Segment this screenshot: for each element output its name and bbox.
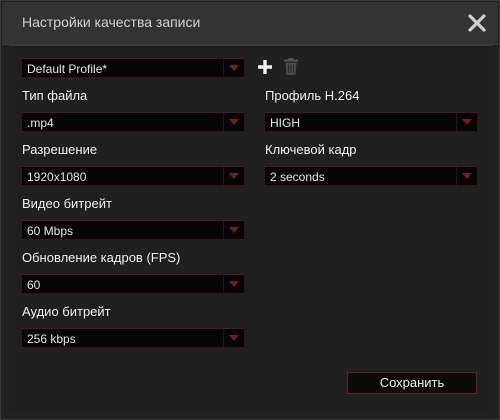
keyframe-select-arrow[interactable] xyxy=(456,167,477,185)
save-button[interactable]: Сохранить xyxy=(347,372,477,394)
audio-bitrate-select-arrow[interactable] xyxy=(223,329,244,347)
profile-select-arrow[interactable] xyxy=(223,59,244,77)
chevron-down-icon xyxy=(229,281,239,287)
video-bitrate-select-arrow[interactable] xyxy=(223,221,244,239)
delete-profile-button[interactable] xyxy=(284,58,298,75)
video-bitrate-select-value: 60 Mbps xyxy=(27,224,74,238)
chevron-down-icon xyxy=(229,119,239,125)
chevron-down-icon xyxy=(462,119,472,125)
keyframe-label: Ключевой кадр xyxy=(265,142,357,157)
chevron-down-icon xyxy=(229,173,239,179)
recording-quality-dialog: Настройки качества записи Default Profil… xyxy=(0,0,500,420)
plus-icon xyxy=(258,60,272,74)
h264-profile-select-value: HIGH xyxy=(270,116,300,130)
profile-select[interactable]: Default Profile* xyxy=(21,58,245,78)
audio-bitrate-select[interactable]: 256 kbps xyxy=(21,328,245,348)
profile-select-value: Default Profile* xyxy=(27,62,108,76)
trash-icon xyxy=(284,58,298,75)
resolution-select[interactable]: 1920x1080 xyxy=(21,166,245,186)
close-button[interactable] xyxy=(466,12,488,34)
file-type-select[interactable]: .mp4 xyxy=(21,112,245,132)
fps-select[interactable]: 60 xyxy=(21,274,245,294)
chevron-down-icon xyxy=(229,335,239,341)
dialog-content: Default Profile* Тип файла .mp4 Разрешен… xyxy=(9,45,493,414)
keyframe-select-value: 2 seconds xyxy=(270,170,325,184)
fps-select-value: 60 xyxy=(27,278,41,292)
file-type-label: Тип файла xyxy=(22,88,88,103)
add-profile-button[interactable] xyxy=(257,59,273,75)
chevron-down-icon xyxy=(229,65,239,71)
video-bitrate-label: Видео битрейт xyxy=(22,196,112,211)
h264-profile-select-arrow[interactable] xyxy=(456,113,477,131)
fps-label: Обновление кадров (FPS) xyxy=(22,250,181,265)
audio-bitrate-select-value: 256 kbps xyxy=(27,332,76,346)
dialog-title: Настройки качества записи xyxy=(22,14,201,30)
file-type-select-value: .mp4 xyxy=(27,116,54,130)
h264-profile-select[interactable]: HIGH xyxy=(264,112,478,132)
fps-select-arrow[interactable] xyxy=(223,275,244,293)
file-type-select-arrow[interactable] xyxy=(223,113,244,131)
video-bitrate-select[interactable]: 60 Mbps xyxy=(21,220,245,240)
audio-bitrate-label: Аудио битрейт xyxy=(22,304,111,319)
close-icon xyxy=(468,14,486,32)
h264-profile-label: Профиль H.264 xyxy=(265,88,360,103)
title-bar: Настройки качества записи xyxy=(2,2,498,45)
resolution-select-value: 1920x1080 xyxy=(27,170,87,184)
resolution-select-arrow[interactable] xyxy=(223,167,244,185)
keyframe-select[interactable]: 2 seconds xyxy=(264,166,478,186)
chevron-down-icon xyxy=(462,173,472,179)
resolution-label: Разрешение xyxy=(22,142,98,157)
chevron-down-icon xyxy=(229,227,239,233)
